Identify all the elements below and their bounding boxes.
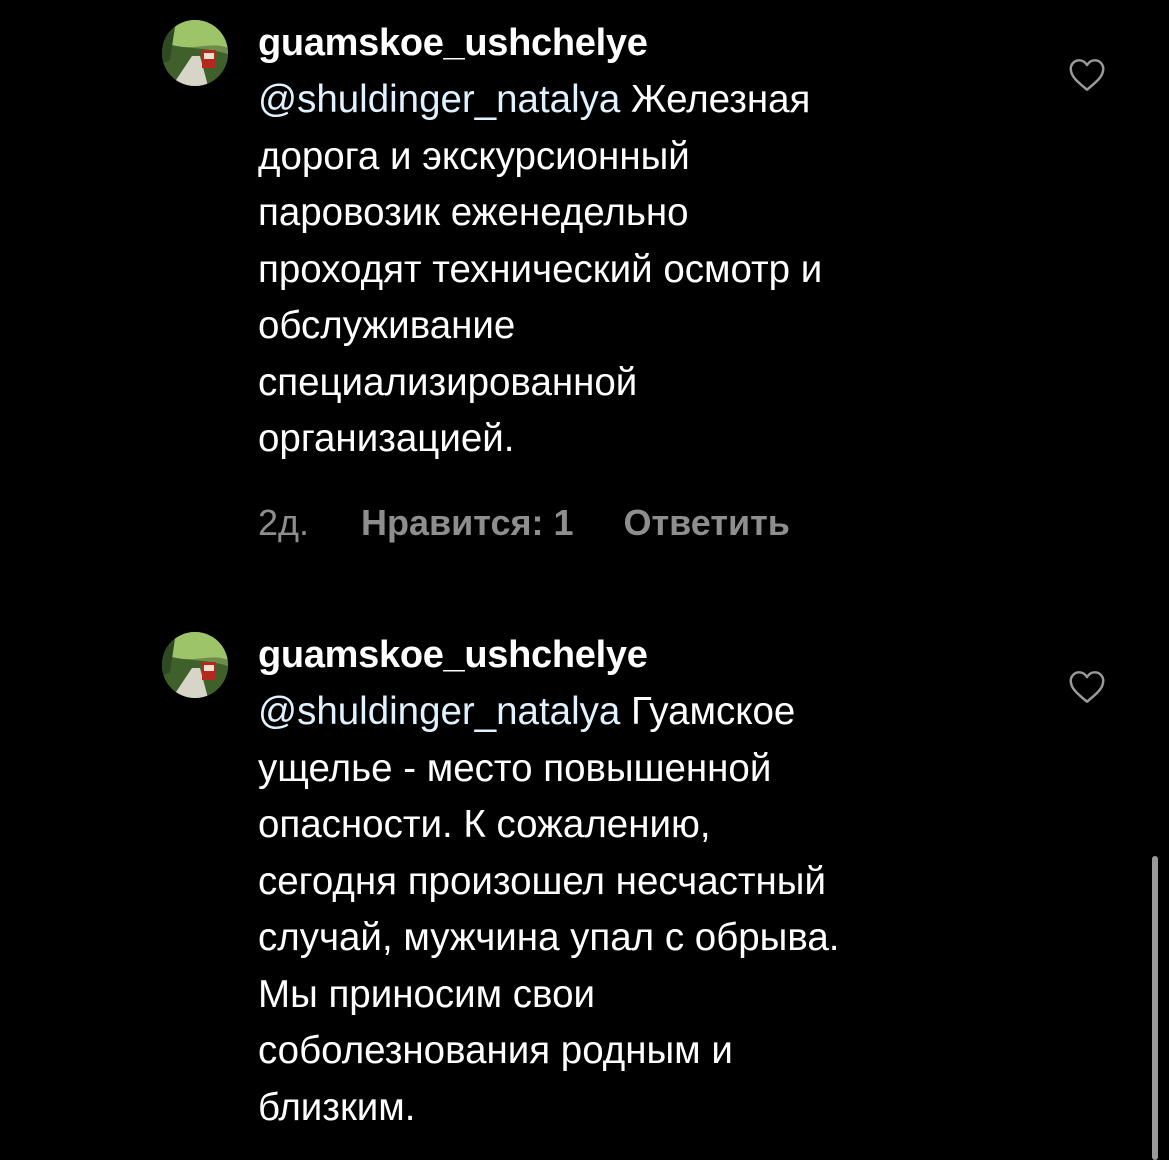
comment-message: Гуамское ущелье - место повышенной опасн… [258, 690, 840, 1129]
mention-link[interactable]: @shuldinger_natalya [258, 690, 620, 733]
avatar-image [162, 632, 228, 698]
mention-link[interactable]: @shuldinger_natalya [258, 78, 620, 121]
comment-time: 2д. [258, 501, 310, 543]
heart-outline-icon[interactable] [1068, 670, 1106, 704]
avatar[interactable] [162, 20, 228, 86]
comment-username[interactable]: guamskoe_ushchelye [258, 14, 1038, 72]
heart-outline-icon[interactable] [1068, 58, 1106, 92]
avatar[interactable] [162, 632, 228, 698]
scrollbar[interactable] [1152, 856, 1158, 1160]
comment-text: @shuldinger_natalya Железная дорога и эк… [258, 72, 1038, 468]
comment-username[interactable]: guamskoe_ushchelye [258, 626, 1038, 684]
comment-body: guamskoe_ushchelye @shuldinger_natalya Г… [258, 626, 1038, 1136]
comment-message: Железная дорога и экскурсионный паровози… [258, 78, 823, 460]
comment-text: @shuldinger_natalya Гуамское ущелье - ме… [258, 684, 1038, 1136]
comment-meta: 2д. Нравится: 1 Ответить [258, 498, 1038, 548]
comment-body: guamskoe_ushchelye @shuldinger_natalya Ж… [258, 14, 1038, 548]
reply-button[interactable]: Ответить [624, 502, 790, 544]
likes-count[interactable]: Нравится: 1 [361, 502, 573, 544]
avatar-image [162, 20, 228, 86]
